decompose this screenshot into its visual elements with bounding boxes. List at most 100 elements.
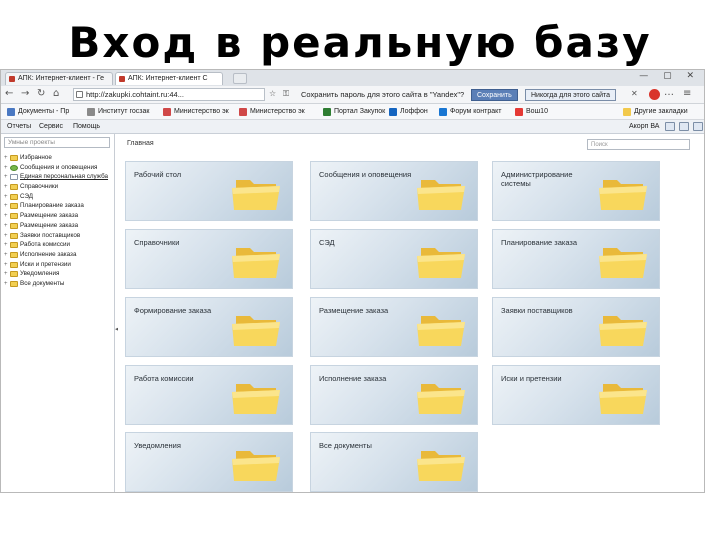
expand-icon[interactable]: + (4, 251, 8, 260)
home-icon[interactable]: ⌂ (53, 88, 59, 99)
tile-notifications[interactable]: Уведомления (125, 432, 293, 492)
tile-order-forming[interactable]: Формирование заказа (125, 297, 293, 357)
tab-label: АПК: Интернет-клиент - Ге (18, 75, 104, 82)
tile-sed[interactable]: СЭД (310, 229, 478, 289)
star-folder-icon (10, 155, 18, 161)
tree-item[interactable]: + Размещение заказа (3, 221, 113, 231)
bookmark[interactable]: Министерство эк (163, 107, 229, 117)
tile-messages[interactable]: Сообщения и оповещения (310, 161, 478, 221)
bookmark-folder[interactable]: Другие закладки (623, 107, 688, 117)
tile-claims[interactable]: Иски и претензии (492, 365, 660, 425)
app-menu-bar: Отчеты Сервис Помощь Акорп ВА (1, 120, 704, 134)
tree-item[interactable]: + Избранное (3, 153, 113, 163)
sidebar-search-input[interactable]: Умные проекты (4, 137, 110, 148)
folder-icon (599, 180, 647, 210)
expand-icon[interactable]: + (4, 222, 8, 231)
tile-label: Заявки поставщиков (501, 306, 573, 315)
main-search-input[interactable]: Поиск (587, 139, 690, 150)
bookmark[interactable]: Министерство эк (239, 107, 305, 117)
forward-icon[interactable]: → (21, 88, 29, 99)
folder-icon (417, 316, 465, 346)
tile-references[interactable]: Справочники (125, 229, 293, 289)
expand-icon[interactable]: + (4, 261, 8, 270)
folder-icon (232, 451, 280, 481)
browser-tab[interactable]: АПК: Интернет-клиент - Ге (5, 72, 113, 85)
more-icon[interactable]: … (664, 87, 674, 98)
folder-icon (417, 248, 465, 278)
expand-icon[interactable]: + (4, 154, 8, 163)
tree-item[interactable]: + Все документы (3, 279, 113, 289)
user-name: Акорп ВА (629, 123, 660, 130)
tile-label: Исполнение заказа (319, 374, 387, 383)
menu-icon[interactable]: ≡ (683, 88, 691, 99)
expand-icon[interactable]: + (4, 164, 8, 173)
folder-icon (10, 251, 18, 258)
expand-icon[interactable]: + (4, 183, 8, 192)
expand-icon[interactable]: + (4, 241, 8, 250)
folder-icon (10, 261, 18, 268)
reload-icon[interactable]: ↻ (37, 88, 45, 99)
new-tab-button[interactable] (233, 73, 247, 84)
folder-icon (417, 384, 465, 414)
adblock-icon[interactable] (649, 89, 660, 100)
tree-item[interactable]: + Иски и претензии (3, 260, 113, 270)
expand-icon[interactable]: + (4, 212, 8, 221)
bookmark[interactable]: Форум контракт (439, 107, 501, 117)
bookmarks-bar: Документы - Пр Институт госзак Министерс… (1, 104, 704, 120)
bookmark[interactable]: Вош10 (515, 107, 548, 117)
tile-supplier-bids[interactable]: Заявки поставщиков (492, 297, 660, 357)
close-prompt-icon[interactable]: ✕ (631, 89, 638, 98)
tree-item[interactable]: + Заявки поставщиков (3, 231, 113, 241)
save-password-button[interactable]: Сохранить (471, 89, 518, 101)
navigation-tree: + Избранное + Сообщения и оповещения + Един… (3, 153, 113, 289)
tile-administration[interactable]: Администрирование системы (492, 161, 660, 221)
tile-label: Все документы (319, 441, 372, 450)
tile-execution[interactable]: Исполнение заказа (310, 365, 478, 425)
expand-icon[interactable]: + (4, 232, 8, 241)
expand-icon[interactable]: + (4, 280, 8, 289)
settings-icon[interactable] (665, 122, 675, 131)
menu-item-reports[interactable]: Отчеты (7, 122, 31, 132)
tile-order-placement[interactable]: Размещение заказа (310, 297, 478, 357)
url-input[interactable]: http://zakupki.cohtaint.ru:44... (73, 88, 265, 101)
expand-icon[interactable]: + (4, 202, 8, 211)
star-icon[interactable]: ☆ (269, 89, 276, 98)
tile-all-documents[interactable]: Все документы (310, 432, 478, 492)
folder-icon (232, 316, 280, 346)
folder-icon (10, 203, 18, 210)
menu-item-help[interactable]: Помощь (73, 122, 100, 132)
back-icon[interactable]: ← (5, 88, 13, 99)
menu-item-service[interactable]: Сервис (39, 122, 63, 132)
window-icon[interactable] (679, 122, 689, 131)
tile-label: Размещение заказа (319, 306, 389, 315)
tree-item[interactable]: + СЭД (3, 192, 113, 202)
expand-icon[interactable]: + (4, 270, 8, 279)
tree-item[interactable]: + Уведомления (3, 269, 113, 279)
bookmark[interactable]: Институт госзак (87, 107, 149, 117)
exit-icon[interactable] (693, 122, 703, 131)
folder-icon (599, 316, 647, 346)
key-icon[interactable]: ⚿ (283, 89, 289, 99)
folder-icon (623, 108, 631, 116)
browser-tab-active[interactable]: АПК: Интернет-клиент С (115, 72, 223, 85)
tile-desktop[interactable]: Рабочий стол (125, 161, 293, 221)
bookmark[interactable]: Лоффон (389, 107, 428, 117)
tree-item[interactable]: + Справочники (3, 182, 113, 192)
tile-commission[interactable]: Работа комиссии (125, 365, 293, 425)
tile-planning[interactable]: Планирование заказа (492, 229, 660, 289)
tree-item[interactable]: + Сообщения и оповещения (3, 163, 113, 173)
never-save-button[interactable]: Никогда для этого сайта (525, 89, 617, 101)
bookmark-icon (163, 108, 171, 116)
tile-label: Справочники (134, 238, 180, 247)
window-controls[interactable]: — ▢ ✕ (639, 71, 700, 81)
tree-item[interactable]: + Размещение заказа (3, 211, 113, 221)
tree-item[interactable]: + Работа комиссии (3, 240, 113, 250)
expand-icon[interactable]: + (4, 173, 8, 182)
bookmark[interactable]: Портал Закупок (323, 107, 385, 117)
tree-item[interactable]: + Планирование заказа (3, 201, 113, 211)
tree-item[interactable]: + Единая персональная служба (3, 172, 113, 182)
expand-icon[interactable]: + (4, 193, 8, 202)
bookmark[interactable]: Документы - Пр (7, 107, 69, 117)
tree-item[interactable]: + Исполнение заказа (3, 250, 113, 260)
tile-label: Планирование заказа (501, 238, 578, 247)
